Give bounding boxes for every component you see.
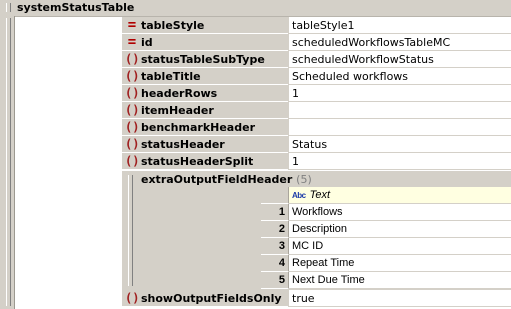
extra-output-field-header-label: extraOutputFieldHeader [141,173,293,186]
root-element-header[interactable]: systemStatusTable [0,0,511,17]
element-row-benchmarkheader[interactable]: () benchmarkHeader [122,119,511,136]
extra-output-field-header-block[interactable]: extraOutputFieldHeader (5) Abc Text 1 Wor… [122,171,511,291]
element-icon: () [125,52,140,66]
row-value[interactable]: MC ID [289,238,511,255]
element-row-itemheader[interactable]: () itemHeader [122,102,511,119]
table-row[interactable]: 1 Workflows [261,204,511,221]
element-name: itemHeader [141,104,214,117]
element-name: statusTableSubType [141,53,265,66]
element-row-showoutputfieldsonly[interactable]: () showOutputFieldsOnly true [122,290,511,307]
attribute-value: scheduledWorkflowsTableMC [292,36,451,49]
element-value-cell[interactable] [288,119,511,136]
element-value-cell[interactable]: 1 [288,153,511,170]
attribute-name: id [141,36,153,49]
element-value: scheduledWorkflowStatus [292,53,434,66]
element-icon: () [125,291,140,305]
root-gutter[interactable] [0,16,15,309]
attribute-value-cell[interactable]: scheduledWorkflowsTableMC [288,34,511,51]
element-name-cell[interactable]: () itemHeader [122,102,288,119]
attribute-name-cell[interactable]: = tableStyle [122,17,288,34]
xml-grid-view: systemStatusTable = tableStyle tableStyl… [0,0,511,309]
element-value: true [292,292,315,305]
element-value-cell[interactable]: 1 [288,85,511,102]
collapse-handle-icon[interactable] [128,175,133,286]
element-name: tableTitle [141,70,201,83]
attribute-row-id[interactable]: = id scheduledWorkflowsTableMC [122,34,511,51]
element-row-tabletitle[interactable]: () tableTitle Scheduled workflows [122,68,511,85]
element-value: 1 [292,155,299,168]
attribute-icon: = [127,34,137,50]
attribute-name: tableStyle [141,19,205,32]
row-value[interactable]: Workflows [289,204,511,221]
table-row[interactable]: 5 Next Due Time [261,272,511,289]
element-name-cell[interactable]: () statusHeaderSplit [122,153,288,170]
element-value: Status [292,138,328,151]
collapse-handle-icon[interactable] [6,3,11,12]
row-value[interactable]: Next Due Time [289,272,511,289]
element-name-cell[interactable]: () showOutputFieldsOnly [122,290,288,307]
row-index[interactable]: 1 [261,204,289,221]
element-value: 1 [292,87,299,100]
row-index[interactable]: 5 [261,272,289,289]
element-icon: () [125,154,140,168]
text-type-icon: Abc [292,191,306,200]
root-element-label: systemStatusTable [17,1,135,14]
element-value-cell[interactable]: true [288,290,511,307]
element-icon: () [125,137,140,151]
element-value-cell[interactable]: Scheduled workflows [288,68,511,85]
element-name: showOutputFieldsOnly [141,292,282,305]
attribute-row-tablestyle[interactable]: = tableStyle tableStyle1 [122,17,511,34]
attribute-value: tableStyle1 [292,19,355,32]
element-name-cell[interactable]: () benchmarkHeader [122,119,288,136]
table-row[interactable]: 4 Repeat Time [261,255,511,272]
element-value-cell[interactable]: Status [288,136,511,153]
child-count: (5) [296,173,312,186]
row-index[interactable]: 3 [261,238,289,255]
row-value[interactable]: Repeat Time [289,255,511,272]
row-value[interactable]: Description [289,221,511,238]
column-header-label: Text [309,189,331,201]
collapse-handle-icon[interactable] [6,18,11,306]
element-row-headerrows[interactable]: () headerRows 1 [122,85,511,102]
element-name: extraOutputFieldHeader (5) [141,172,312,187]
attribute-name-cell[interactable]: = id [122,34,288,51]
text-column-header[interactable]: Abc Text [289,187,511,204]
element-row-statusheadersplit[interactable]: () statusHeaderSplit 1 [122,153,511,170]
element-value-cell[interactable] [288,102,511,119]
index-header-cell [261,187,289,204]
element-name-cell[interactable]: () tableTitle [122,68,288,85]
element-row-statustablesubtype[interactable]: () statusTableSubType scheduledWorkflowS… [122,51,511,68]
element-value: Scheduled workflows [292,70,409,83]
element-icon: () [125,69,140,83]
element-name: statusHeaderSplit [141,155,254,168]
attribute-icon: = [127,17,137,33]
element-icon: () [125,120,140,134]
element-icon: () [125,103,140,117]
element-name-cell[interactable]: () statusHeader [122,136,288,153]
table-row[interactable]: 2 Description [261,221,511,238]
element-name: statusHeader [141,138,225,151]
element-icon: () [125,86,140,100]
element-name-cell[interactable]: () headerRows [122,85,288,102]
element-row-statusheader[interactable]: () statusHeader Status [122,136,511,153]
element-name: benchmarkHeader [141,121,255,134]
element-name-cell[interactable]: () statusTableSubType [122,51,288,68]
attribute-value-cell[interactable]: tableStyle1 [288,17,511,34]
element-value-cell[interactable]: scheduledWorkflowStatus [288,51,511,68]
element-name: headerRows [141,87,218,100]
table-header-row: Abc Text [261,187,511,204]
row-index[interactable]: 4 [261,255,289,272]
table-row[interactable]: 3 MC ID [261,238,511,255]
row-index[interactable]: 2 [261,221,289,238]
